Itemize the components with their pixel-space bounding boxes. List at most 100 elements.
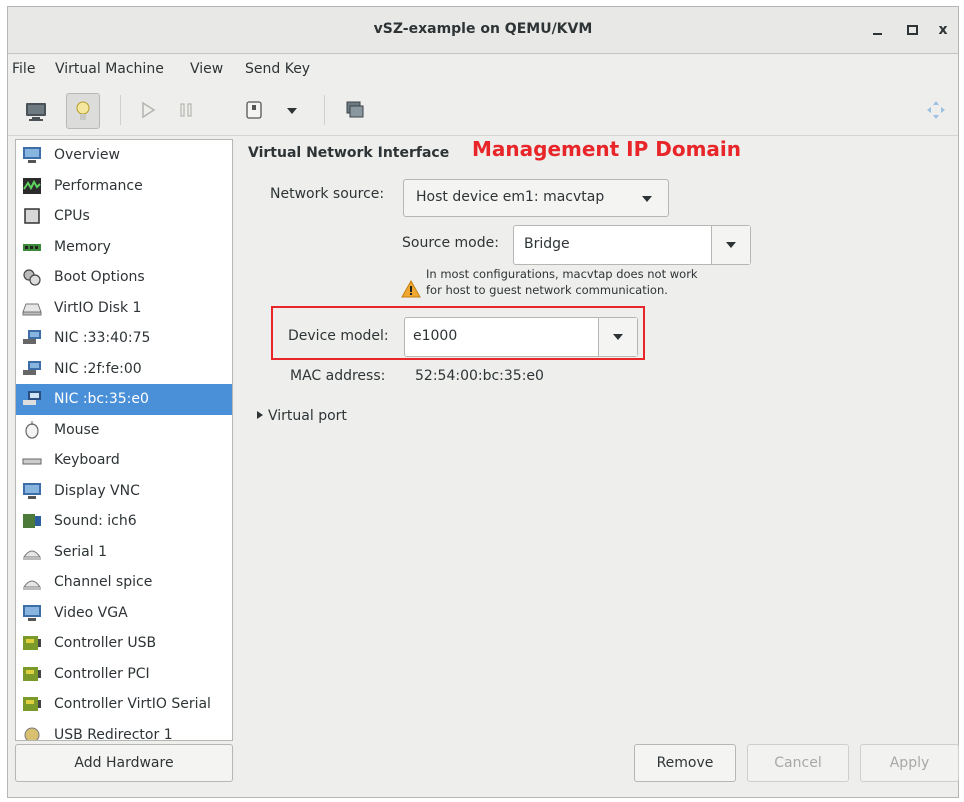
hw-item-overview[interactable]: Overview: [16, 140, 232, 171]
hw-item-label: Keyboard: [54, 452, 120, 469]
virtual-port-expander[interactable]: Virtual port: [257, 408, 347, 424]
network-card-icon: [22, 390, 42, 408]
shutdown-button[interactable]: [238, 93, 270, 127]
power-icon: [246, 101, 262, 119]
hw-item-label: Sound: ich6: [54, 513, 137, 530]
remove-button[interactable]: Remove: [634, 744, 736, 782]
hw-item-label: Memory: [54, 238, 111, 255]
section-heading: Virtual Network Interface: [248, 145, 450, 161]
hw-item-controller-usb[interactable]: Controller USB: [16, 628, 232, 659]
hw-item-nic-33-40-75[interactable]: NIC :33:40:75: [16, 323, 232, 354]
mouse-icon: [22, 420, 42, 439]
annotation-label: Management IP Domain: [472, 137, 742, 161]
hw-item-serial-1[interactable]: Serial 1: [16, 537, 232, 568]
menu-send-key[interactable]: Send Key: [245, 61, 310, 77]
minimize-button[interactable]: [866, 19, 888, 41]
controller-board-icon: [22, 665, 42, 683]
hw-item-display-vnc[interactable]: Display VNC: [16, 476, 232, 507]
chevron-down-icon: [287, 108, 297, 114]
hw-item-keyboard[interactable]: Keyboard: [16, 445, 232, 476]
serial-port-icon: [22, 543, 42, 561]
hw-item-video-vga[interactable]: Video VGA: [16, 598, 232, 629]
menu-virtual-machine[interactable]: Virtual Machine: [55, 61, 164, 77]
hw-item-mouse[interactable]: Mouse: [16, 415, 232, 446]
show-details-button[interactable]: [66, 93, 100, 129]
add-hardware-button[interactable]: Add Hardware: [15, 744, 233, 782]
toolbar-separator: [324, 95, 325, 125]
fullscreen-button[interactable]: [920, 93, 952, 127]
chevron-down-icon: [726, 242, 736, 248]
pause-icon: [180, 103, 192, 117]
device-model-dropdown-button[interactable]: [598, 318, 637, 356]
hw-item-label: Controller USB: [54, 635, 157, 652]
menu-file[interactable]: File: [12, 61, 35, 77]
chevron-down-icon: [613, 334, 623, 340]
network-card-icon: [22, 329, 42, 347]
window-title: vSZ-example on QEMU/KVM: [373, 21, 593, 37]
hw-item-controller-pci[interactable]: Controller PCI: [16, 659, 232, 690]
menu-view[interactable]: View: [190, 61, 223, 77]
source-mode-combo[interactable]: Bridge: [513, 225, 751, 265]
video-monitor-icon: [22, 604, 42, 622]
run-button[interactable]: [132, 93, 164, 127]
source-mode-dropdown-button[interactable]: [711, 226, 750, 264]
cancel-button[interactable]: Cancel: [747, 744, 849, 782]
toolbar-separator: [120, 95, 121, 125]
apply-button[interactable]: Apply: [860, 744, 959, 782]
network-source-value: Host device em1: macvtap: [416, 189, 605, 205]
hw-item-usb-redirector-1[interactable]: USB Redirector 1: [16, 720, 232, 740]
warning-text-line1: In most configurations, macvtap does not…: [426, 267, 698, 281]
hw-item-virtio-disk-1[interactable]: VirtIO Disk 1: [16, 293, 232, 324]
network-source-label: Network source:: [270, 186, 385, 202]
play-icon: [142, 101, 156, 119]
virtual-port-label: Virtual port: [268, 408, 347, 424]
show-console-button[interactable]: [20, 93, 52, 127]
device-model-combo[interactable]: e1000: [404, 317, 638, 357]
hw-item-nic-2f-fe-00[interactable]: NIC :2f:fe:00: [16, 354, 232, 385]
shutdown-menu-button[interactable]: [276, 93, 308, 127]
performance-graph-icon: [22, 177, 42, 195]
snapshot-icon: [346, 101, 364, 118]
hw-item-label: Channel spice: [54, 574, 153, 591]
device-model-label: Device model:: [288, 328, 389, 344]
monitor-icon: [22, 146, 42, 164]
hw-item-channel-spice[interactable]: Channel spice: [16, 567, 232, 598]
pause-button[interactable]: [170, 93, 202, 127]
maximize-button[interactable]: [901, 19, 923, 41]
hw-item-label: Controller VirtIO Serial: [54, 696, 211, 713]
chevron-down-icon: [642, 196, 652, 202]
hw-item-performance[interactable]: Performance: [16, 171, 232, 202]
mac-address-value: 52:54:00:bc:35:e0: [415, 368, 544, 384]
hardware-list: Overview Performance CPUs Memory Boot Op…: [15, 139, 233, 741]
hw-item-label: CPUs: [54, 208, 90, 225]
hw-item-label: Boot Options: [54, 269, 145, 286]
hw-item-label: Serial 1: [54, 543, 107, 560]
hw-item-memory[interactable]: Memory: [16, 232, 232, 263]
expander-arrow-icon: [257, 411, 263, 419]
hw-item-label: NIC :2f:fe:00: [54, 360, 142, 377]
hw-item-nic-bc-35-e0[interactable]: NIC :bc:35:e0: [16, 384, 232, 415]
close-icon: x: [938, 22, 948, 38]
hw-item-cpus[interactable]: CPUs: [16, 201, 232, 232]
mac-address-label: MAC address:: [290, 368, 386, 384]
hw-item-sound-ich6[interactable]: Sound: ich6: [16, 506, 232, 537]
close-button[interactable]: x: [932, 19, 954, 41]
menu-bar: File Virtual Machine View Send Key: [8, 54, 958, 84]
channel-icon: [22, 573, 42, 591]
sound-card-icon: [22, 512, 42, 530]
hw-item-label: VirtIO Disk 1: [54, 299, 142, 316]
console-monitor-icon: [26, 103, 46, 121]
snapshots-button[interactable]: [338, 93, 370, 127]
hw-item-label: Overview: [54, 147, 120, 164]
hw-item-boot-options[interactable]: Boot Options: [16, 262, 232, 293]
network-source-dropdown[interactable]: Host device em1: macvtap: [403, 179, 669, 217]
hw-item-label: Mouse: [54, 421, 100, 438]
hw-item-label: Video VGA: [54, 604, 128, 621]
title-bar: vSZ-example on QEMU/KVM x: [8, 7, 958, 54]
hw-item-controller-virtio-serial[interactable]: Controller VirtIO Serial: [16, 689, 232, 720]
usb-redirector-icon: [22, 726, 42, 740]
controller-board-icon: [22, 695, 42, 713]
warning-text-line2: for host to guest network communication.: [426, 283, 668, 297]
minimize-icon: [872, 33, 882, 35]
hw-item-label: Display VNC: [54, 482, 140, 499]
